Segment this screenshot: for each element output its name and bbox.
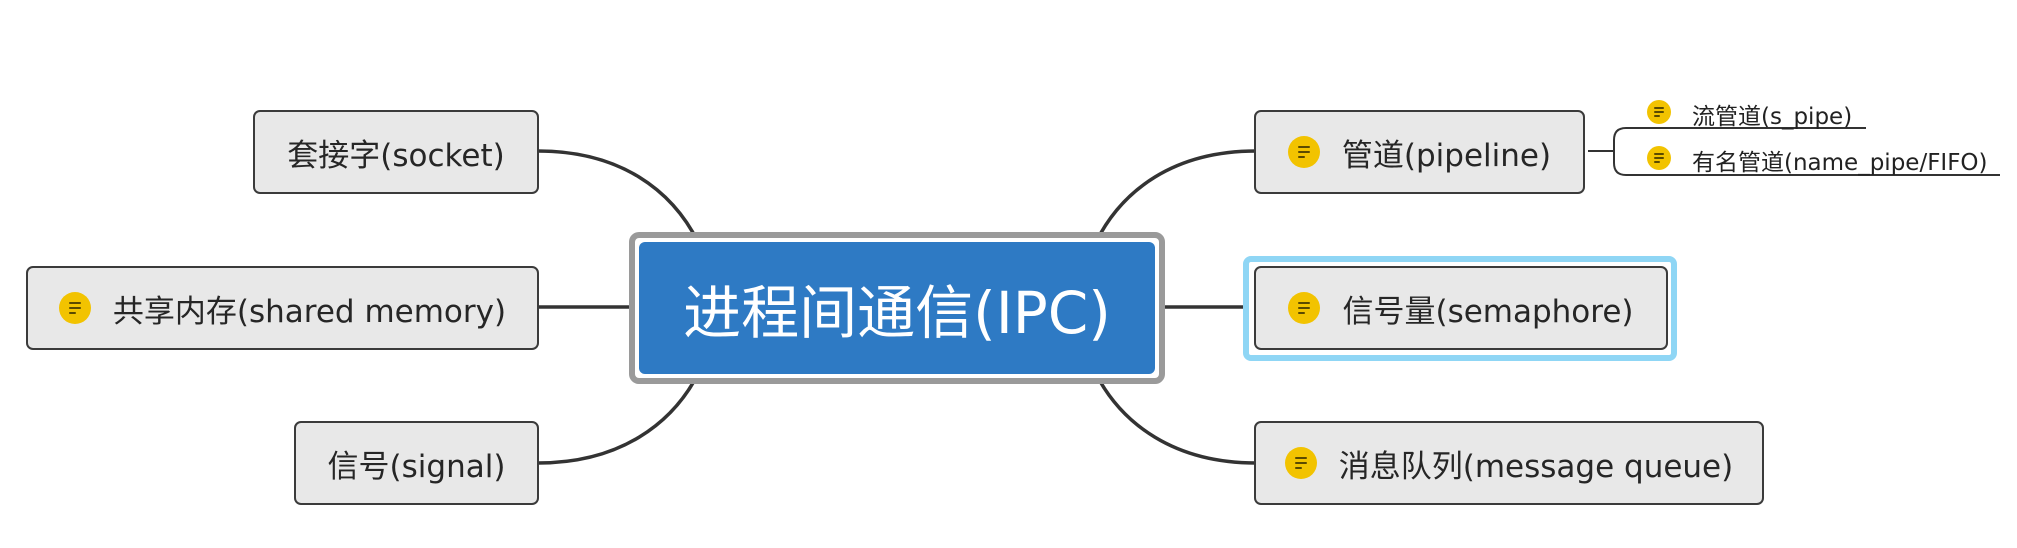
connector-socket bbox=[536, 149, 700, 244]
topic-socket[interactable]: 套接字(socket) bbox=[253, 110, 539, 194]
connector-signal bbox=[536, 372, 700, 465]
topic-semaphore[interactable]: 信号量(semaphore) bbox=[1254, 266, 1668, 350]
note-icon[interactable] bbox=[1284, 447, 1317, 479]
note-icon[interactable] bbox=[1287, 136, 1320, 168]
note-icon[interactable] bbox=[1647, 100, 1671, 124]
topic-message-queue[interactable]: 消息队列(message queue) bbox=[1254, 421, 1764, 505]
note-icon[interactable] bbox=[1647, 146, 1671, 170]
connector-message-queue bbox=[1094, 372, 1258, 465]
topic-label: 信号(signal) bbox=[327, 448, 506, 485]
topic-shared-memory[interactable]: 共享内存(shared memory) bbox=[26, 266, 539, 350]
topic-signal[interactable]: 信号(signal) bbox=[294, 421, 539, 505]
central-topic-label: 进程间通信(IPC) bbox=[639, 242, 1155, 374]
subtopic-name-pipe[interactable]: 有名管道(name_pipe/FIFO) bbox=[1692, 143, 1988, 177]
topic-label: 消息队列(message queue) bbox=[1338, 448, 1734, 485]
subtopic-s-pipe[interactable]: 流管道(s_pipe) bbox=[1692, 97, 1852, 131]
topic-pipeline[interactable]: 管道(pipeline) bbox=[1254, 110, 1585, 194]
note-icon[interactable] bbox=[1288, 292, 1321, 324]
central-topic[interactable]: 进程间通信(IPC) bbox=[629, 232, 1165, 384]
topic-label: 套接字(socket) bbox=[287, 137, 505, 174]
connector-pipeline bbox=[1094, 149, 1258, 244]
topic-label: 管道(pipeline) bbox=[1341, 137, 1552, 174]
topic-label: 共享内存(shared memory) bbox=[112, 293, 507, 330]
note-icon[interactable] bbox=[58, 292, 91, 324]
topic-label: 信号量(semaphore) bbox=[1342, 293, 1634, 330]
